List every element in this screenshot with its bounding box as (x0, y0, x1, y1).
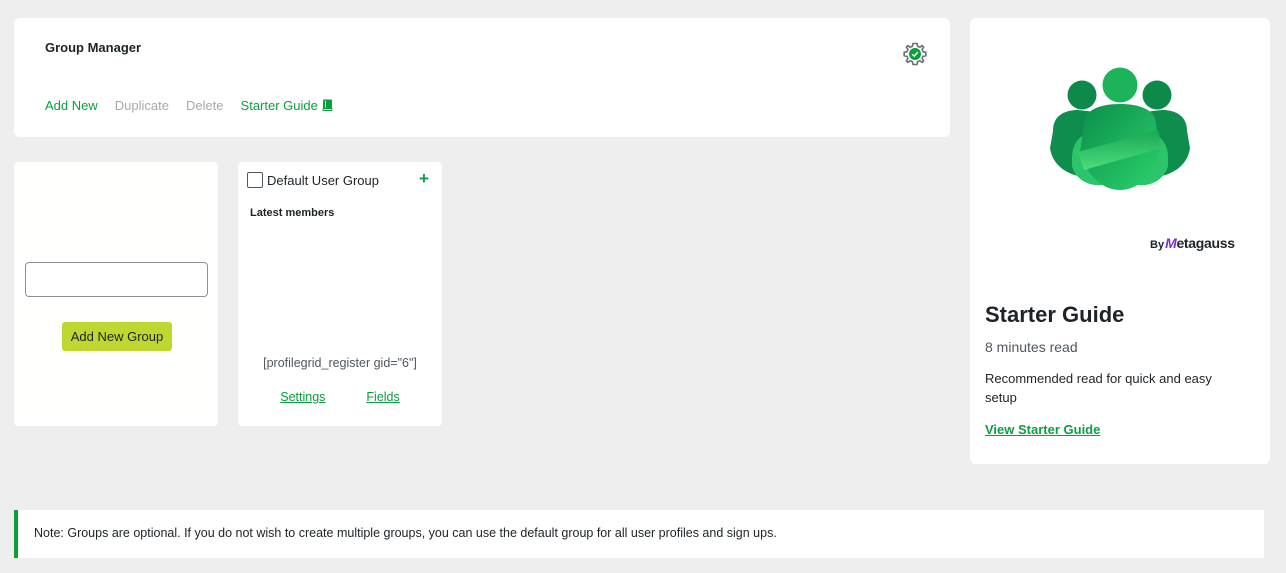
group-manager-header: Group Manager Add New Duplicate Delete S… (14, 18, 950, 137)
group-fields-link[interactable]: Fields (366, 390, 399, 404)
group-shortcode: [profilegrid_register gid="6"] (263, 356, 417, 370)
starter-guide-label: Starter Guide (240, 98, 318, 113)
add-new-link[interactable]: Add New (45, 98, 98, 113)
add-group-card: Add New Group (14, 162, 218, 426)
group-logo-icon (1050, 67, 1190, 190)
group-select-checkbox[interactable] (247, 172, 263, 188)
brand-initial: M (1165, 235, 1177, 251)
brand-name: Metagauss (1165, 235, 1235, 251)
starter-guide-card: By Metagauss Starter Guide 8 minutes rea… (970, 18, 1270, 464)
group-name-input[interactable] (25, 262, 208, 297)
latest-members-heading: Latest members (250, 207, 335, 219)
duplicate-link[interactable]: Duplicate (115, 98, 169, 113)
group-name: Default User Group (267, 173, 379, 188)
brand-rest: etagauss (1176, 235, 1235, 251)
groups-note: Note: Groups are optional. If you do not… (14, 510, 1264, 558)
byline-prefix: By (1150, 239, 1165, 251)
guide-read-time: 8 minutes read (985, 339, 1078, 355)
page-title: Group Manager (45, 40, 142, 55)
starter-guide-link[interactable]: Starter Guide (241, 98, 333, 113)
group-card: Default User Group + Latest members [pro… (238, 162, 442, 426)
add-new-group-button[interactable]: Add New Group (62, 322, 172, 351)
view-starter-guide-link[interactable]: View Starter Guide (985, 422, 1100, 437)
guide-title: Starter Guide (985, 302, 1125, 327)
group-actions: Add New Duplicate Delete Starter Guide (45, 98, 350, 113)
group-settings-link[interactable]: Settings (280, 390, 325, 404)
group-card-links: Settings Fields (238, 390, 442, 404)
plus-icon[interactable]: + (419, 170, 429, 188)
delete-link[interactable]: Delete (186, 98, 224, 113)
gear-icon[interactable] (902, 41, 928, 67)
metagauss-byline: By Metagauss (1150, 235, 1235, 251)
guide-description: Recommended read for quick and easy setu… (985, 371, 1212, 405)
note-text: Note: Groups are optional. If you do not… (34, 526, 777, 540)
book-icon (322, 99, 333, 111)
